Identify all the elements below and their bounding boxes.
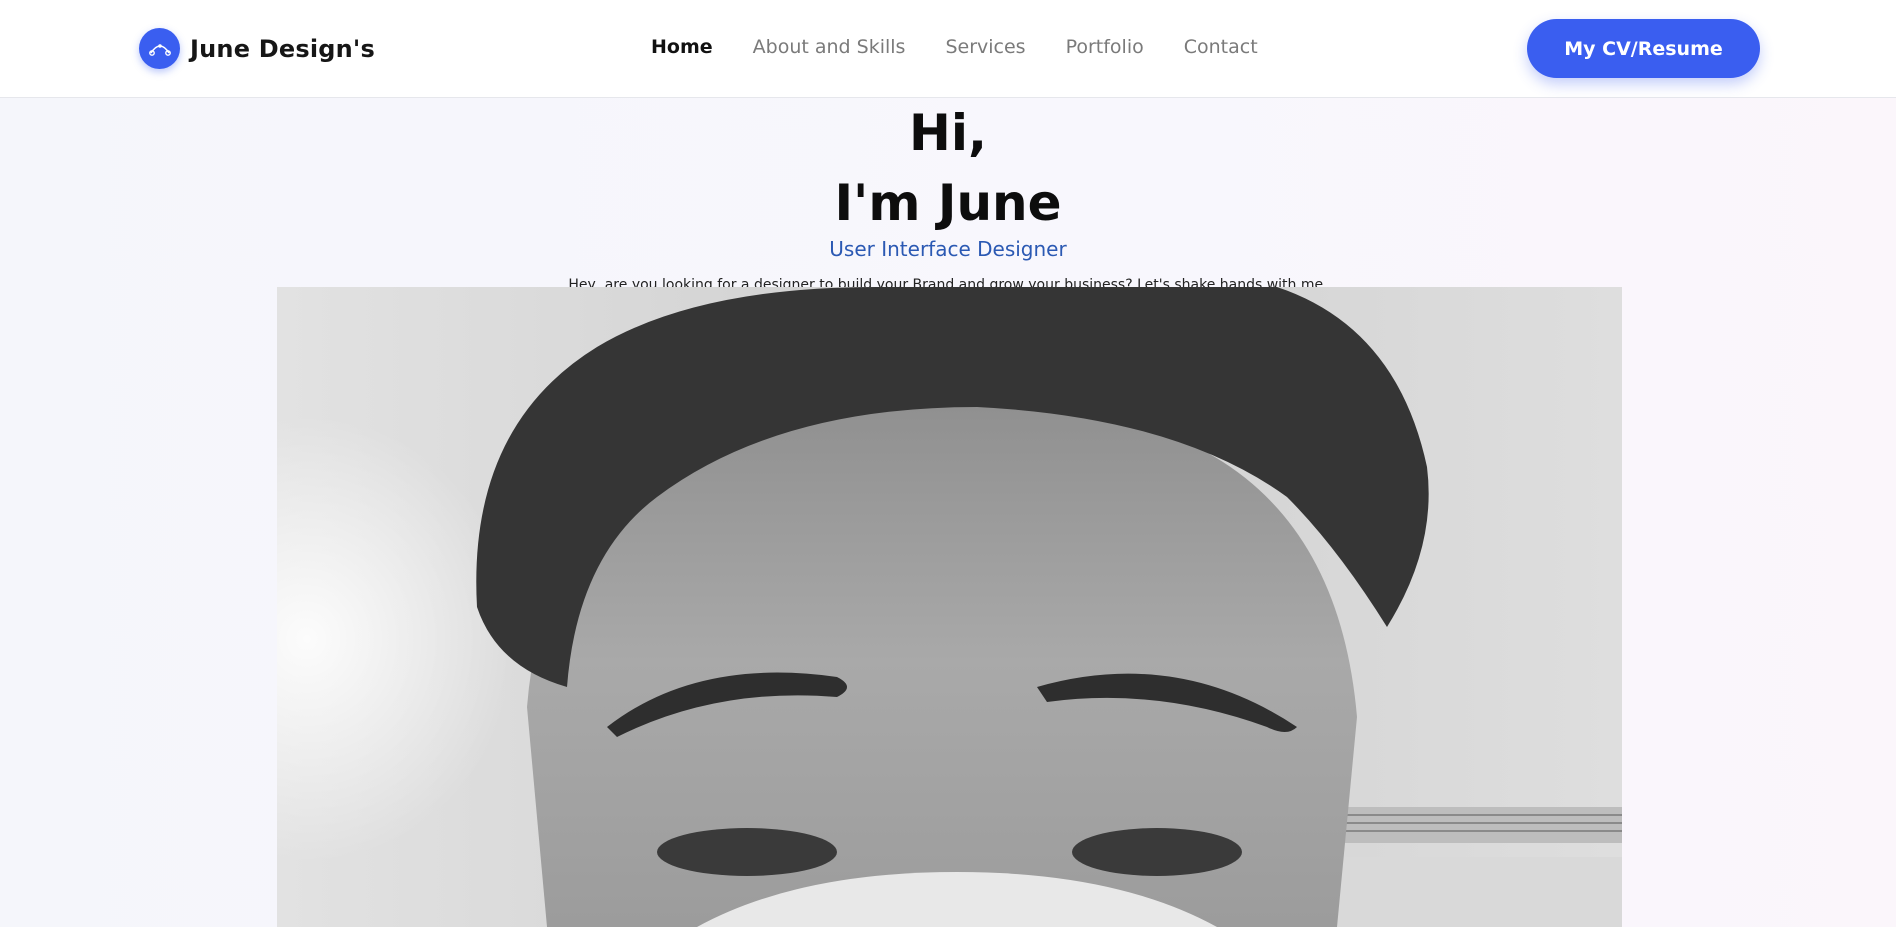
- brand-name: June Design's: [190, 34, 375, 63]
- vector-pen-icon: [139, 28, 180, 69]
- hero-portrait-photo: [277, 287, 1622, 927]
- hero-role: User Interface Designer: [829, 237, 1067, 261]
- hero-section: Hi, I'm June User Interface Designer Hey…: [0, 98, 1896, 927]
- brand-link[interactable]: June Design's: [139, 28, 375, 69]
- hero-greeting: Hi,: [909, 104, 987, 162]
- nav-item-home: Home: [651, 36, 713, 58]
- hero-name: I'm June: [834, 174, 1062, 232]
- nav-item-services: Services: [945, 36, 1025, 58]
- main-nav: Home About and Skills Services Portfolio…: [651, 36, 1258, 58]
- nav-item-about: About and Skills: [753, 36, 906, 58]
- nav-link-portfolio[interactable]: Portfolio: [1066, 36, 1144, 58]
- nav-link-home[interactable]: Home: [651, 36, 713, 58]
- nav-item-contact: Contact: [1184, 36, 1258, 58]
- nav-link-services[interactable]: Services: [945, 36, 1025, 58]
- nav-link-contact[interactable]: Contact: [1184, 36, 1258, 58]
- nav-item-portfolio: Portfolio: [1066, 36, 1144, 58]
- top-navbar: June Design's Home About and Skills Serv…: [0, 0, 1896, 98]
- nav-link-about[interactable]: About and Skills: [753, 36, 906, 58]
- portrait-illustration: [277, 287, 1622, 927]
- hero-title: Hi, I'm June: [0, 98, 1896, 238]
- cv-resume-button[interactable]: My CV/Resume: [1527, 19, 1760, 78]
